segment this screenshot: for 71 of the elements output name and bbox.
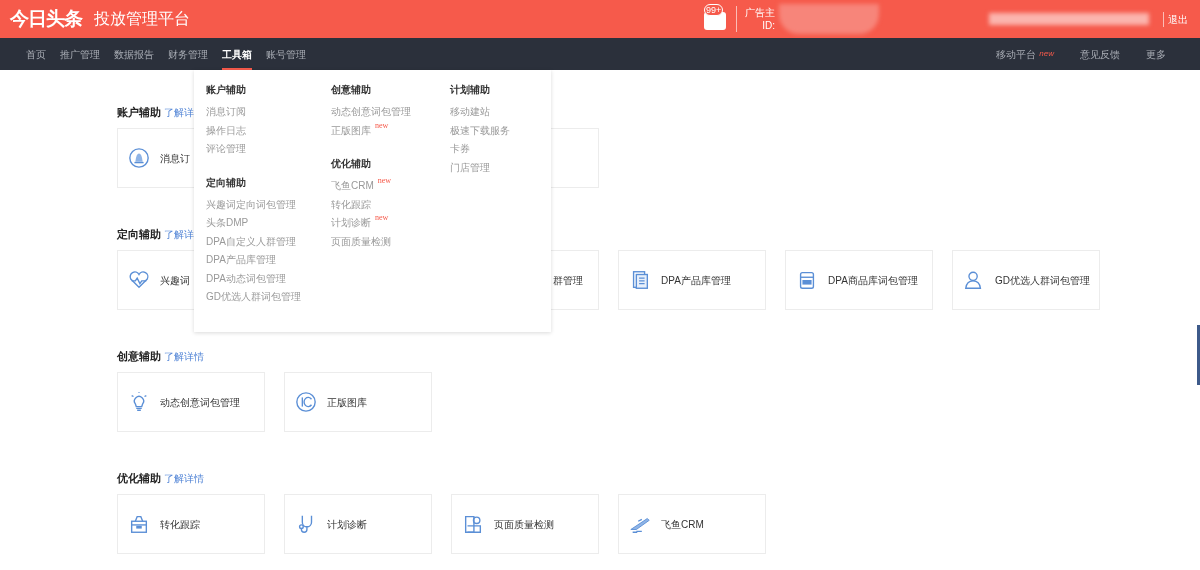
menu-item[interactable]: 头条DMP bbox=[206, 215, 331, 234]
section-title: 优化辅助 bbox=[117, 471, 161, 486]
account-label: 广告主 bbox=[745, 6, 775, 19]
copyright-icon bbox=[295, 391, 317, 413]
menu-heading: 优化辅助 bbox=[331, 157, 372, 171]
tool-card[interactable]: 飞鱼CRM bbox=[618, 494, 766, 554]
details-link[interactable]: 了解详 bbox=[164, 105, 194, 120]
menu-heading: 计划辅助 bbox=[450, 83, 491, 97]
nav-link[interactable]: 意见反馈 bbox=[1080, 46, 1120, 62]
card-label: 消息订 bbox=[160, 151, 190, 166]
tool-card[interactable]: 动态创意词包管理 bbox=[117, 372, 265, 432]
logout-link[interactable]: 退出 bbox=[1163, 11, 1188, 27]
details-link[interactable]: 了解详情 bbox=[164, 349, 204, 364]
count-badge: 99+ bbox=[704, 4, 724, 16]
menu-item[interactable]: 消息订阅 bbox=[206, 104, 331, 123]
section-title: 账户辅助 bbox=[117, 105, 161, 120]
card-label: 飞鱼CRM bbox=[661, 517, 704, 532]
tool-card[interactable]: DPA产品库管理 bbox=[618, 250, 766, 310]
card-label: 群管理 bbox=[553, 273, 583, 288]
menu-item[interactable]: 移动建站 bbox=[450, 104, 550, 123]
card-label: 正版图库 bbox=[327, 395, 367, 410]
tool-card[interactable]: GD优选人群词包管理 bbox=[952, 250, 1100, 310]
message-button[interactable] bbox=[704, 12, 726, 30]
bell-icon bbox=[128, 147, 150, 169]
menu-item[interactable]: 兴趣词定向词包管理 bbox=[206, 196, 331, 215]
nav-tab[interactable]: 工具箱 bbox=[222, 38, 252, 70]
card-label: 兴趣词 bbox=[160, 273, 190, 288]
menu-item[interactable]: 门店管理 bbox=[450, 159, 550, 178]
new-tag: new bbox=[377, 175, 392, 187]
logo[interactable]: 今日头条 bbox=[10, 4, 82, 34]
nav-tab[interactable]: 推广管理 bbox=[60, 38, 100, 70]
new-tag: new bbox=[375, 212, 389, 224]
menu-item[interactable]: 页面质量检测 bbox=[331, 233, 450, 252]
section-title: 定向辅助 bbox=[117, 227, 161, 242]
menu-item[interactable]: 飞鱼CRM new bbox=[331, 178, 450, 197]
tool-card[interactable]: 计划诊断 bbox=[284, 494, 432, 554]
menu-item[interactable]: 计划诊断 new bbox=[331, 215, 450, 234]
card-label: 转化跟踪 bbox=[160, 517, 200, 532]
tool-card[interactable]: DPA商品库词包管理 bbox=[785, 250, 933, 310]
menu-item[interactable]: 正版图库 new bbox=[331, 122, 450, 141]
menu-item[interactable]: 转化跟踪 bbox=[331, 196, 450, 215]
active-indicator bbox=[222, 68, 252, 70]
card-label: 计划诊断 bbox=[327, 517, 367, 532]
card-label: GD优选人群词包管理 bbox=[995, 273, 1090, 288]
id-label: ID: bbox=[762, 19, 775, 32]
card-label: 动态创意词包管理 bbox=[160, 395, 240, 410]
menu-item[interactable]: DPA自定义人群管理 bbox=[206, 233, 331, 252]
menu-item[interactable]: 极速下载服务 bbox=[450, 122, 550, 141]
details-link[interactable]: 了解详情 bbox=[164, 471, 204, 486]
section-title: 创意辅助 bbox=[117, 349, 161, 364]
new-tag: new bbox=[1039, 48, 1054, 60]
nav-link[interactable]: 移动平台 new bbox=[996, 46, 1054, 62]
nav-tab[interactable]: 首页 bbox=[26, 38, 46, 70]
menu-heading: 创意辅助 bbox=[331, 83, 372, 97]
card-label: 页面质量检测 bbox=[494, 517, 554, 532]
nav-tab[interactable]: 账号管理 bbox=[266, 38, 306, 70]
tool-card[interactable]: 转化跟踪 bbox=[117, 494, 265, 554]
details-link[interactable]: 了解详 bbox=[164, 227, 194, 242]
platform-title: 投放管理平台 bbox=[94, 9, 190, 29]
nav-tab[interactable]: 数据报告 bbox=[114, 38, 154, 70]
menu-item[interactable]: 卡券 bbox=[450, 141, 550, 160]
menu-heading: 定向辅助 bbox=[206, 175, 247, 190]
nav-tab[interactable]: 财务管理 bbox=[168, 38, 208, 70]
card-label: DPA产品库管理 bbox=[661, 273, 731, 288]
nav-link[interactable]: 更多 bbox=[1146, 46, 1166, 62]
tool-card[interactable]: 正版图库 bbox=[284, 372, 432, 432]
tool-card[interactable]: 页面质量检测 bbox=[451, 494, 599, 554]
package-icon bbox=[128, 513, 150, 535]
menu-heading: 账户辅助 bbox=[206, 83, 247, 97]
card-label: DPA商品库词包管理 bbox=[828, 273, 918, 288]
heart-pulse-icon bbox=[128, 269, 150, 291]
